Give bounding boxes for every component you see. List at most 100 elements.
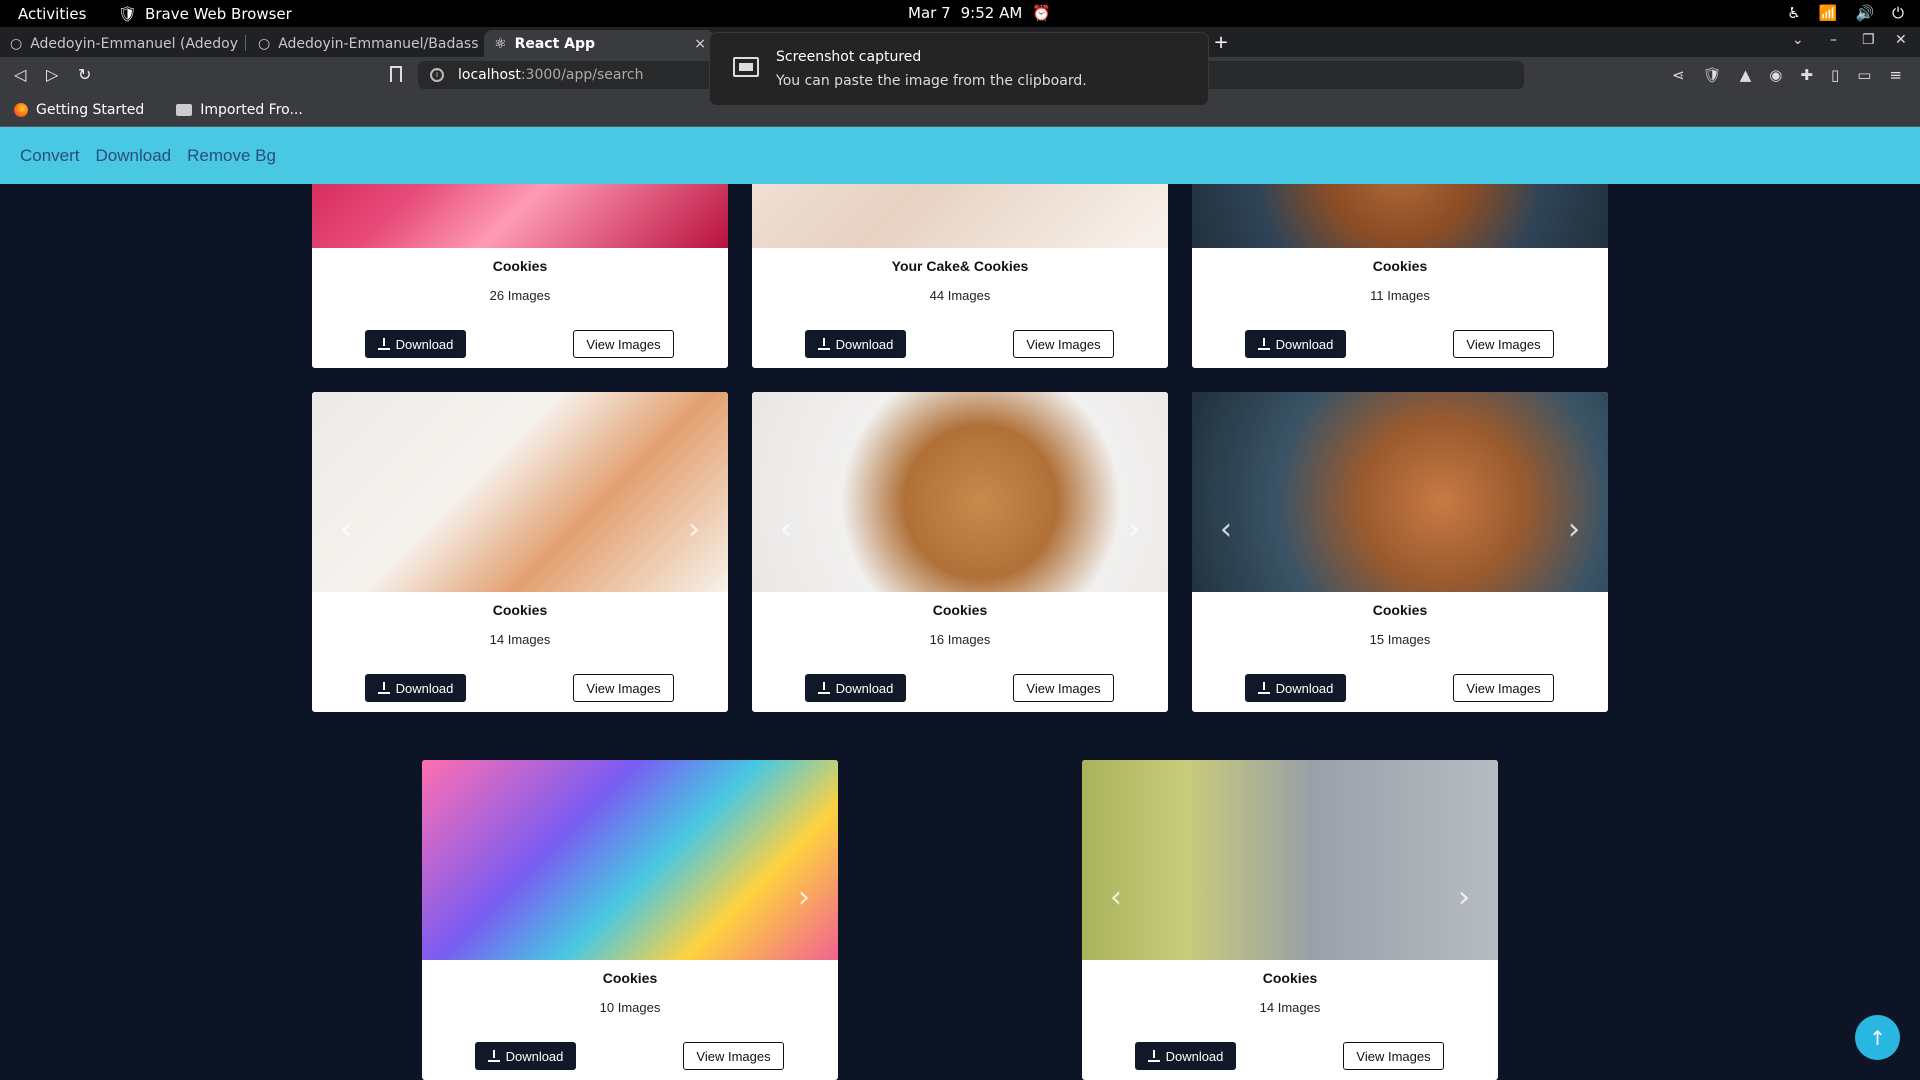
sidebar-icon[interactable]: ▯ bbox=[1831, 66, 1839, 84]
download-button[interactable]: Download bbox=[805, 330, 906, 358]
tab-search-icon[interactable]: ⌄ bbox=[1792, 32, 1804, 48]
download-button[interactable]: Download bbox=[365, 330, 466, 358]
brave-shields-icon[interactable]: 🛡 bbox=[1703, 66, 1722, 84]
screenshot-notification[interactable]: Screenshot captured You can paste the im… bbox=[709, 32, 1209, 106]
notification-title: Screenshot captured bbox=[776, 49, 922, 65]
card-count: 15 Images bbox=[1369, 632, 1431, 647]
download-button[interactable]: Download bbox=[475, 1042, 576, 1070]
nav-remove-bg[interactable]: Remove Bg bbox=[187, 146, 276, 166]
wallet-icon[interactable]: ▭ bbox=[1857, 66, 1871, 84]
react-icon: ⚛ bbox=[494, 35, 507, 52]
carousel-prev-icon[interactable]: ‹ bbox=[1220, 512, 1232, 547]
card-title: Cookies bbox=[1372, 258, 1428, 274]
grammarly-icon[interactable]: ◉ bbox=[1769, 66, 1782, 84]
carousel-next-icon[interactable]: › bbox=[1458, 880, 1470, 915]
download-icon bbox=[1257, 338, 1270, 350]
carousel-next-icon[interactable]: › bbox=[1128, 512, 1140, 547]
url-text[interactable]: localhost:3000/app/search bbox=[458, 67, 643, 83]
clock[interactable]: Mar 7 9:52 AM ⏰ bbox=[908, 4, 1051, 22]
share-icon[interactable]: ⋖ bbox=[1672, 66, 1685, 84]
view-images-button[interactable]: View Images bbox=[573, 674, 674, 702]
view-images-button[interactable]: View Images bbox=[1453, 330, 1554, 358]
download-icon bbox=[487, 1050, 500, 1062]
minimize-icon[interactable]: – bbox=[1830, 32, 1837, 48]
view-images-button[interactable]: View Images bbox=[1013, 674, 1114, 702]
image-card: Your Cake& Cookies 44 Images Download Vi… bbox=[752, 184, 1168, 368]
download-button[interactable]: Download bbox=[1135, 1042, 1236, 1070]
view-images-button[interactable]: View Images bbox=[683, 1042, 784, 1070]
accessibility-icon[interactable]: ♿ bbox=[1787, 4, 1800, 22]
carousel-prev-icon[interactable]: ‹ bbox=[780, 512, 792, 547]
carousel-next-icon[interactable]: › bbox=[688, 512, 700, 547]
bookmark-label: Imported Fro... bbox=[200, 101, 303, 118]
tab-separator bbox=[245, 35, 246, 51]
tab-github-repo[interactable]: ○ Adedoyin-Emmanuel/Badass bbox=[248, 30, 480, 57]
scroll-to-top-button[interactable]: ↑ bbox=[1855, 1015, 1900, 1060]
card-title: Your Cake& Cookies bbox=[891, 258, 1029, 274]
card-image[interactable] bbox=[1192, 392, 1608, 592]
close-tab-icon[interactable]: × bbox=[694, 36, 706, 52]
card-title: Cookies bbox=[1372, 602, 1428, 618]
download-button[interactable]: Download bbox=[1245, 674, 1346, 702]
bookmark-icon[interactable] bbox=[390, 66, 402, 82]
tab-react-app[interactable]: ⚛ React App × bbox=[484, 30, 714, 57]
volume-icon: 🔊 bbox=[1855, 4, 1875, 22]
carousel-prev-icon[interactable]: ‹ bbox=[1110, 880, 1122, 915]
download-icon bbox=[377, 682, 390, 694]
brave-icon: 🛡 bbox=[118, 5, 138, 23]
view-images-button[interactable]: View Images bbox=[1013, 330, 1114, 358]
results-grid: Cookies 26 Images Download View Images Y… bbox=[0, 184, 1920, 1080]
card-count: 44 Images bbox=[929, 288, 991, 303]
view-images-button[interactable]: View Images bbox=[1453, 674, 1554, 702]
card-count: 14 Images bbox=[1259, 1000, 1321, 1015]
carousel-next-icon[interactable]: › bbox=[1568, 512, 1580, 547]
view-images-button[interactable]: View Images bbox=[573, 330, 674, 358]
tab-label: React App bbox=[514, 35, 596, 52]
card-image[interactable] bbox=[312, 392, 728, 592]
firefox-icon bbox=[14, 102, 28, 117]
app-menu[interactable]: 🛡 Brave Web Browser bbox=[118, 5, 292, 23]
download-button[interactable]: Download bbox=[365, 674, 466, 702]
bookmark-imported-folder[interactable]: Imported Fro... bbox=[158, 102, 303, 118]
activities-button[interactable]: Activities bbox=[18, 5, 86, 23]
new-tab-button[interactable]: + bbox=[1211, 32, 1231, 53]
download-label: Download bbox=[505, 1048, 564, 1064]
card-image[interactable] bbox=[752, 392, 1168, 592]
download-label: Download bbox=[395, 336, 454, 352]
bookmark-getting-started[interactable]: Getting Started bbox=[14, 102, 144, 118]
restore-icon[interactable]: ❐ bbox=[1862, 32, 1875, 48]
extension-icons: ⋖ 🛡 ▲ ◉ ✚ ▯ ▭ ≡ bbox=[1672, 66, 1902, 84]
extensions-icon[interactable]: ✚ bbox=[1800, 66, 1813, 84]
back-icon[interactable]: ◁ bbox=[14, 65, 26, 84]
carousel-next-icon[interactable]: › bbox=[798, 880, 810, 915]
card-image[interactable] bbox=[1192, 184, 1608, 248]
card-image[interactable] bbox=[312, 184, 728, 248]
view-images-button[interactable]: View Images bbox=[1343, 1042, 1444, 1070]
download-label: Download bbox=[1165, 1048, 1224, 1064]
url-host: localhost bbox=[458, 67, 521, 83]
download-icon bbox=[1147, 1050, 1160, 1062]
download-button[interactable]: Download bbox=[1245, 330, 1346, 358]
forward-icon[interactable]: ▷ bbox=[46, 65, 58, 84]
card-image[interactable] bbox=[752, 184, 1168, 248]
menu-icon[interactable]: ≡ bbox=[1889, 66, 1902, 84]
arrow-up-icon: ↑ bbox=[1869, 1025, 1886, 1050]
folder-icon bbox=[176, 103, 193, 116]
card-count: 11 Images bbox=[1370, 288, 1430, 303]
nav-download[interactable]: Download bbox=[96, 146, 172, 166]
tab-github-profile[interactable]: ○ Adedoyin-Emmanuel (Adedoy bbox=[0, 30, 240, 57]
nav-convert[interactable]: Convert bbox=[20, 146, 80, 166]
system-tray[interactable]: ♿ 📶 🔊 ⏻ bbox=[1787, 4, 1904, 22]
download-button[interactable]: Download bbox=[805, 674, 906, 702]
reload-icon[interactable]: ↻ bbox=[78, 65, 91, 84]
date-label: Mar 7 bbox=[908, 4, 951, 22]
brave-rewards-icon[interactable]: ▲ bbox=[1740, 66, 1752, 84]
card-count: 26 Images bbox=[489, 288, 551, 303]
image-card: Cookies 11 Images Download View Images bbox=[1192, 184, 1608, 368]
card-image[interactable] bbox=[1082, 760, 1498, 960]
site-info-icon[interactable]: i bbox=[430, 68, 444, 82]
carousel-prev-icon[interactable]: ‹ bbox=[340, 512, 352, 547]
card-image[interactable] bbox=[422, 760, 838, 960]
card-title: Cookies bbox=[932, 602, 988, 618]
close-window-icon[interactable]: ✕ bbox=[1895, 32, 1907, 48]
